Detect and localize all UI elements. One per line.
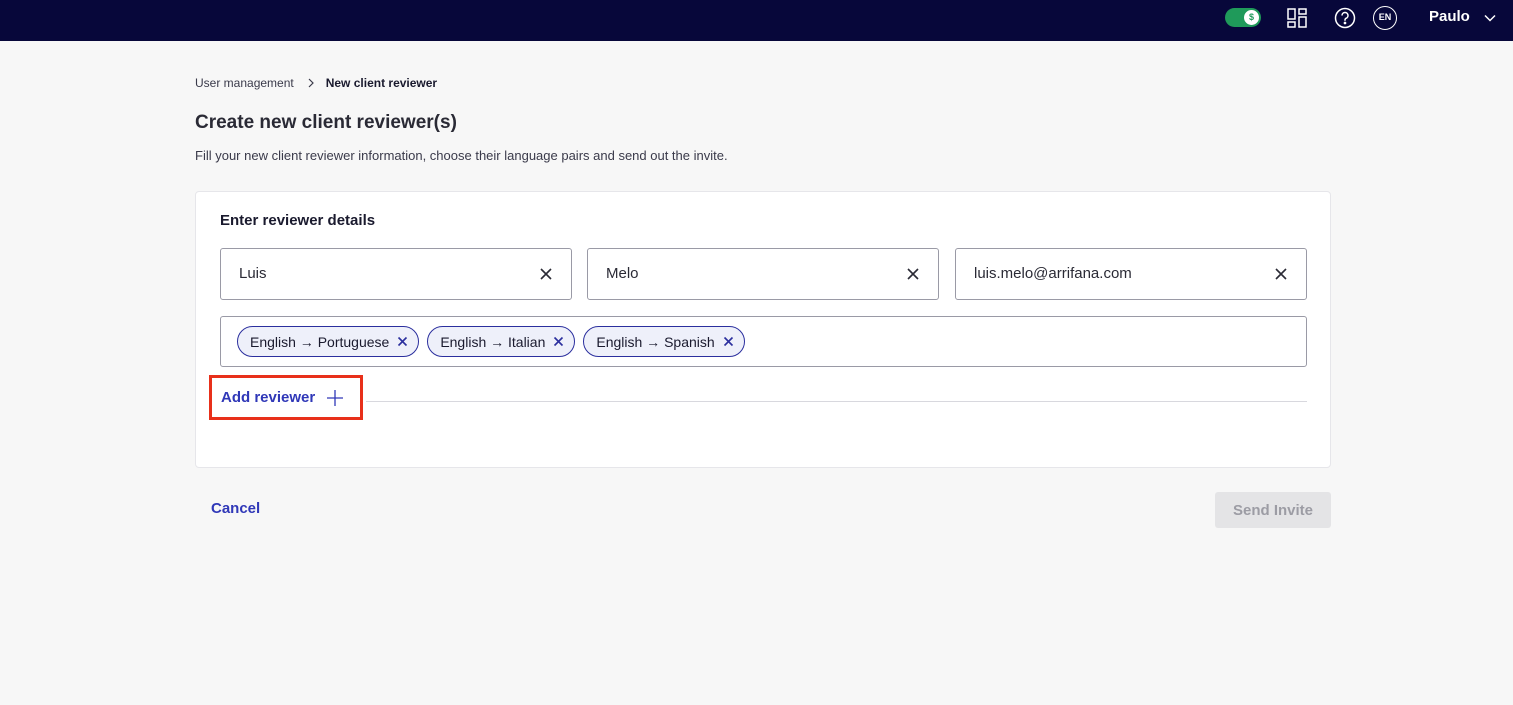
breadcrumb: User management New client reviewer [195,76,437,90]
remove-chip-icon[interactable] [723,336,734,347]
divider [366,401,1307,402]
language-pair-label: English → Portuguese [250,333,390,350]
language-pair-label: English → Italian [440,333,546,350]
clear-icon[interactable] [1274,267,1288,281]
language-pair-label: English → Spanish [596,333,715,350]
page-subtitle: Fill your new client reviewer informatio… [195,148,728,163]
add-reviewer-label: Add reviewer [221,389,316,406]
top-navigation-bar: $ EN Paulo [0,0,1513,41]
billing-toggle[interactable]: $ [1225,8,1261,27]
remove-chip-icon[interactable] [553,336,564,347]
cancel-button[interactable]: Cancel [211,500,260,517]
last-name-field[interactable]: Melo [587,248,939,300]
email-value: luis.melo@arrifana.com [974,265,1132,282]
add-reviewer-button[interactable]: Add reviewer [209,375,363,420]
section-title: Enter reviewer details [220,212,376,229]
reviewer-details-card: Enter reviewer details Luis Melo luis.me… [195,191,1331,468]
help-icon[interactable] [1334,7,1356,29]
chevron-right-icon [306,78,316,88]
send-invite-button[interactable]: Send Invite [1215,492,1331,528]
user-menu-name[interactable]: Paulo [1429,8,1470,25]
page-title: Create new client reviewer(s) [195,112,457,133]
email-field[interactable]: luis.melo@arrifana.com [955,248,1307,300]
first-name-field[interactable]: Luis [220,248,572,300]
dashboard-icon[interactable] [1286,7,1308,29]
language-icon[interactable]: EN [1373,6,1397,30]
last-name-value: Melo [606,265,639,282]
plus-icon [325,388,345,408]
language-pair-chip: English → Italian [427,326,576,357]
language-pair-chip: English → Spanish [583,326,745,357]
first-name-value: Luis [239,265,267,282]
language-pair-chip: English → Portuguese [237,326,420,357]
remove-chip-icon[interactable] [397,336,408,347]
clear-icon[interactable] [539,267,553,281]
language-pairs-input[interactable]: English → Portuguese English → Italian E… [220,316,1307,367]
dollar-toggle-icon: $ [1244,10,1259,25]
breadcrumb-current: New client reviewer [325,76,438,90]
chevron-down-icon[interactable] [1482,10,1498,26]
breadcrumb-parent-link[interactable]: User management [195,76,294,90]
clear-icon[interactable] [906,267,920,281]
